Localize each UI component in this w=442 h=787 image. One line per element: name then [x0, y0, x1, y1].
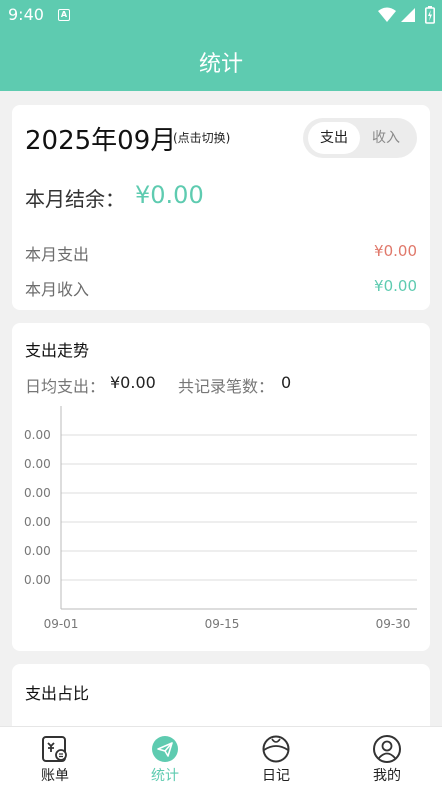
tab-diary-label: 日记 [262, 768, 290, 784]
y-tick-label: 0.00 [24, 573, 51, 587]
status-time: 9:40 [8, 5, 44, 24]
month-expense-label: 本月支出 [25, 245, 90, 264]
tab-statistics-label: 统计 [151, 768, 179, 784]
signal-icon [401, 8, 415, 22]
diary-icon [262, 735, 290, 763]
toggle-income-button[interactable]: 收入 [360, 122, 412, 154]
month-selector[interactable]: 2025年09月 [25, 120, 176, 157]
expense-trend-chart: 0.00 0.00 0.00 0.00 0.00 0.00 09-01 09-15 09-30 [24, 406, 417, 631]
tab-bill-label: 账单 [41, 768, 69, 784]
y-tick-label: 0.00 [24, 515, 51, 529]
balance-value: ¥0.00 [135, 181, 204, 209]
type-toggle: 支出 收入 [303, 118, 417, 158]
status-bar: 9:40 A [0, 0, 442, 30]
y-tick-label: 0.00 [24, 486, 51, 500]
a-icon: A [58, 9, 70, 21]
balance-label: 本月结余： [25, 187, 125, 211]
bill-icon [42, 736, 67, 762]
profile-icon [373, 735, 401, 763]
send-icon [152, 736, 178, 762]
tab-mine[interactable]: 我的 [332, 727, 442, 787]
x-tick-label: 09-01 [44, 617, 79, 631]
share-title: 支出占比 [25, 684, 90, 703]
page-title: 统计 [198, 52, 243, 77]
tab-mine-label: 我的 [373, 768, 401, 784]
y-tick-label: 0.00 [24, 544, 51, 558]
tab-bill[interactable]: 账单 [0, 727, 110, 787]
summary-card: 2025年09月 (点击切换) 支出 收入 本月结余： ¥0.00 本月支出 ¥… [12, 105, 430, 310]
wifi-icon [378, 7, 396, 22]
battery-icon [425, 6, 435, 24]
y-tick-label: 0.00 [24, 457, 51, 471]
bottom-tab-bar: 账单 统计 日记 我的 [0, 726, 442, 787]
month-expense-value: ¥0.00 [374, 242, 417, 260]
month-switch-hint[interactable]: (点击切换) [173, 129, 230, 146]
x-tick-label: 09-30 [376, 617, 411, 631]
app-bar: 统计 [0, 30, 442, 91]
trend-card: 支出走势 日均支出： ¥0.00 共记录笔数： 0 0.00 0.00 0.00 0.… [12, 323, 430, 651]
toggle-expense-button[interactable]: 支出 [308, 122, 360, 154]
month-income-label: 本月收入 [25, 280, 90, 299]
x-tick-label: 09-15 [205, 617, 240, 631]
tab-diary[interactable]: 日记 [221, 727, 331, 787]
y-tick-label: 0.00 [24, 428, 51, 442]
month-income-value: ¥0.00 [374, 277, 417, 295]
tab-statistics[interactable]: 统计 [110, 727, 220, 787]
